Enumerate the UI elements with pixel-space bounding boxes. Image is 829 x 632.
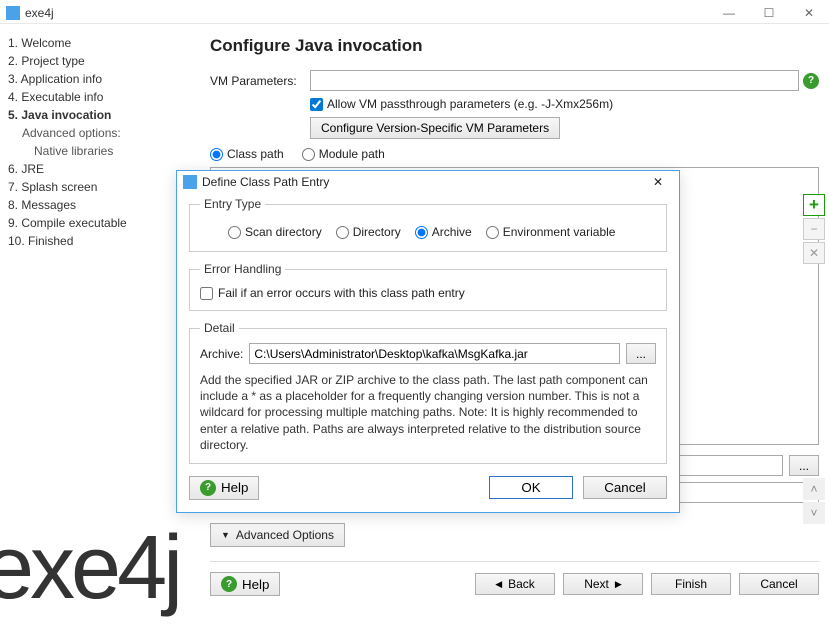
help-icon: ? bbox=[200, 480, 216, 496]
entry-type-group: Entry Type Scan directory Directory Arch… bbox=[189, 197, 667, 252]
dialog-close-button[interactable]: ✕ bbox=[643, 175, 673, 189]
wizard-steps: 1. Welcome 2. Project type 3. Applicatio… bbox=[0, 24, 192, 632]
archive-label: Archive: bbox=[200, 347, 243, 361]
error-handling-group: Error Handling Fail if an error occurs w… bbox=[189, 262, 667, 311]
finish-button[interactable]: Finish bbox=[651, 573, 731, 595]
minimize-button[interactable]: — bbox=[709, 2, 749, 24]
vm-params-label: VM Parameters: bbox=[210, 74, 310, 88]
classpath-entry-dialog: Define Class Path Entry ✕ Entry Type Sca… bbox=[176, 170, 680, 513]
add-entry-button[interactable]: + bbox=[803, 194, 825, 216]
app-icon bbox=[6, 6, 20, 20]
fail-on-error-label: Fail if an error occurs with this class … bbox=[218, 286, 465, 300]
reorder-toolbar: ˄ ˅ bbox=[803, 478, 825, 524]
step-splash[interactable]: 7. Splash screen bbox=[8, 178, 184, 196]
cancel-button[interactable]: Cancel bbox=[739, 573, 819, 595]
wizard-footer: ?Help ◀Back Next▶ Finish Cancel bbox=[210, 561, 819, 596]
step-native-libraries[interactable]: Native libraries bbox=[8, 142, 184, 160]
step-welcome[interactable]: 1. Welcome bbox=[8, 34, 184, 52]
help-icon[interactable]: ? bbox=[803, 73, 819, 89]
step-project-type[interactable]: 2. Project type bbox=[8, 52, 184, 70]
step-java-invocation[interactable]: 5. Java invocation bbox=[8, 106, 184, 124]
arrow-left-icon: ◀ bbox=[495, 579, 502, 590]
arrow-right-icon: ▶ bbox=[615, 579, 622, 590]
classpath-toolbar: + − ✕ bbox=[803, 194, 825, 264]
help-icon: ? bbox=[221, 576, 237, 592]
watermark: exe4j bbox=[0, 515, 179, 622]
browse-main-class-button[interactable]: ... bbox=[789, 455, 819, 476]
step-application-info[interactable]: 3. Application info bbox=[8, 70, 184, 88]
step-messages[interactable]: 8. Messages bbox=[8, 196, 184, 214]
ok-button[interactable]: OK bbox=[489, 476, 573, 499]
directory-radio[interactable]: Directory bbox=[336, 225, 401, 239]
fail-on-error-checkbox[interactable] bbox=[200, 287, 213, 300]
modulepath-radio[interactable]: Module path bbox=[302, 147, 385, 161]
move-up-button[interactable]: ˄ bbox=[803, 478, 825, 500]
error-handling-legend: Error Handling bbox=[200, 262, 285, 276]
step-finished[interactable]: 10. Finished bbox=[8, 232, 184, 250]
remove-entry-button[interactable]: ✕ bbox=[803, 242, 825, 264]
page-title: Configure Java invocation bbox=[210, 36, 819, 56]
detail-group: Detail Archive: ... Add the specified JA… bbox=[189, 321, 667, 464]
dialog-title-bar: Define Class Path Entry ✕ bbox=[177, 171, 679, 193]
advanced-options-toggle[interactable]: ▼ Advanced Options bbox=[210, 523, 345, 547]
env-var-radio[interactable]: Environment variable bbox=[486, 225, 616, 239]
step-jre[interactable]: 6. JRE bbox=[8, 160, 184, 178]
archive-path-input[interactable] bbox=[249, 343, 620, 364]
move-down-button[interactable]: ˅ bbox=[803, 502, 825, 524]
detail-legend: Detail bbox=[200, 321, 239, 335]
back-button[interactable]: ◀Back bbox=[475, 573, 555, 595]
passthrough-checkbox[interactable] bbox=[310, 98, 323, 111]
dialog-help-button[interactable]: ?Help bbox=[189, 476, 259, 500]
step-compile[interactable]: 9. Compile executable bbox=[8, 214, 184, 232]
step-executable-info[interactable]: 4. Executable info bbox=[8, 88, 184, 106]
chevron-down-icon: ▼ bbox=[221, 530, 230, 540]
archive-radio[interactable]: Archive bbox=[415, 225, 472, 239]
edit-entry-button[interactable]: − bbox=[803, 218, 825, 240]
entry-type-legend: Entry Type bbox=[200, 197, 265, 211]
dialog-cancel-button[interactable]: Cancel bbox=[583, 476, 667, 499]
help-button[interactable]: ?Help bbox=[210, 572, 280, 596]
scan-directory-radio[interactable]: Scan directory bbox=[228, 225, 322, 239]
dialog-title: Define Class Path Entry bbox=[202, 175, 329, 189]
next-button[interactable]: Next▶ bbox=[563, 573, 643, 595]
detail-description: Add the specified JAR or ZIP archive to … bbox=[200, 372, 656, 453]
vm-params-input[interactable] bbox=[310, 70, 799, 91]
maximize-button[interactable]: ☐ bbox=[749, 2, 789, 24]
title-bar: exe4j — ☐ ✕ bbox=[0, 0, 829, 24]
advanced-options-label: Advanced options: bbox=[8, 124, 184, 142]
classpath-radio[interactable]: Class path bbox=[210, 147, 284, 161]
browse-archive-button[interactable]: ... bbox=[626, 343, 656, 364]
app-icon bbox=[183, 175, 197, 189]
configure-version-button[interactable]: Configure Version-Specific VM Parameters bbox=[310, 117, 560, 139]
window-title: exe4j bbox=[25, 6, 709, 20]
passthrough-label: Allow VM passthrough parameters (e.g. -J… bbox=[327, 97, 613, 111]
close-button[interactable]: ✕ bbox=[789, 2, 829, 24]
